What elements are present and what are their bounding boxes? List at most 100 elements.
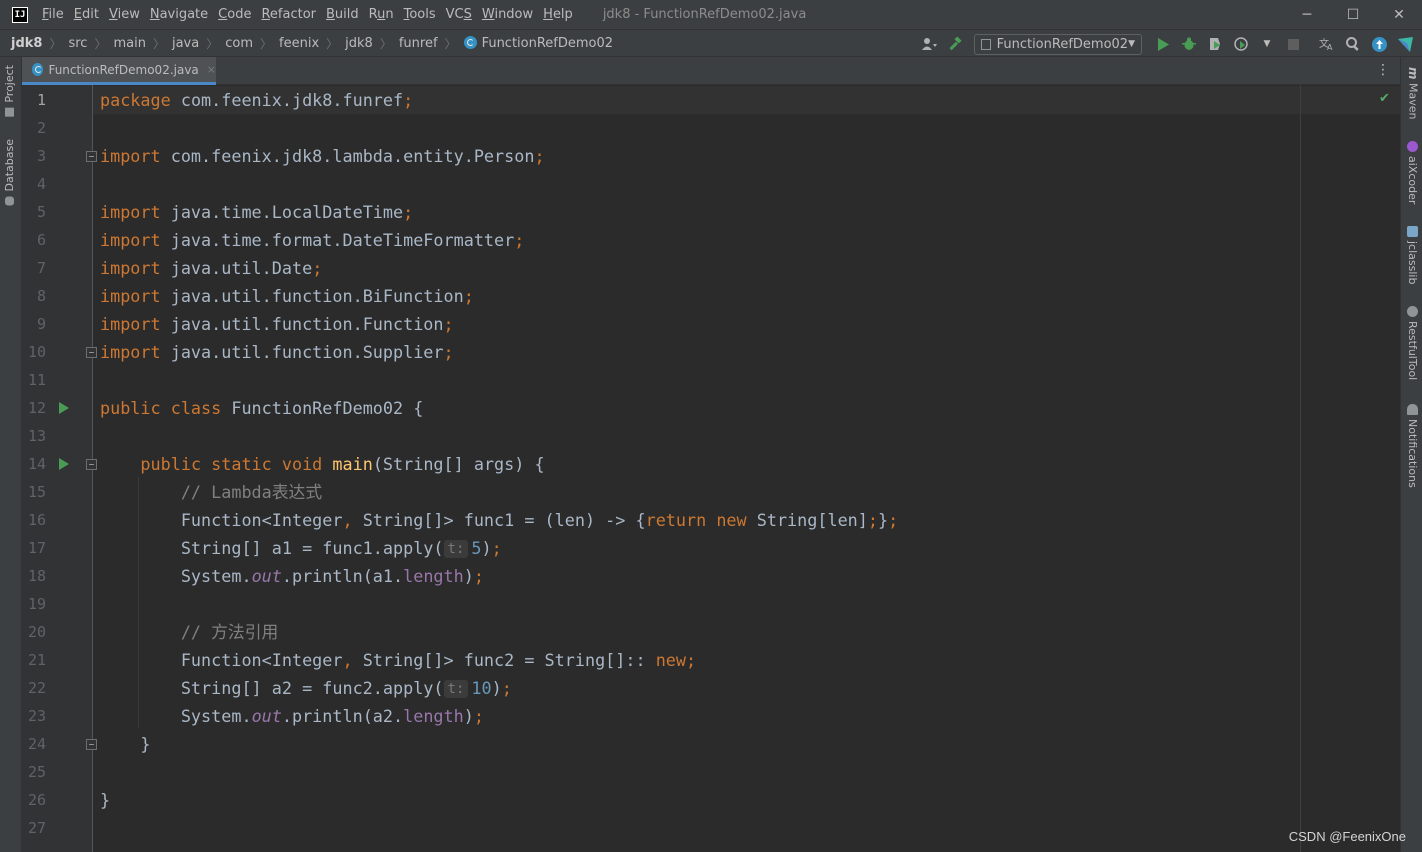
- code-line[interactable]: 1 package com.feenix.jdk8.funref;: [22, 86, 1400, 114]
- translate-icon[interactable]: 文A: [1316, 33, 1338, 55]
- menu-item-help[interactable]: Help: [543, 7, 573, 22]
- build-hammer-icon[interactable]: [944, 33, 966, 55]
- parameter-hint: t:: [443, 540, 469, 558]
- main-menu: File Edit View Navigate Code Refactor Build Run…: [42, 7, 583, 22]
- gutter-run-icon[interactable]: [59, 402, 69, 414]
- notifications-tool-window-button[interactable]: Notifications: [1406, 404, 1419, 488]
- restfultool-tab-label: RestfulTool: [1406, 321, 1419, 381]
- profile-icon[interactable]: [1230, 33, 1252, 55]
- code-token: com.feenix.jdk8.funref: [170, 90, 404, 110]
- code-editor[interactable]: ✔ 1 package com.feenix.jdk8.funref; 2 3 impo…: [22, 85, 1400, 852]
- menu-item-file[interactable]: File: [42, 7, 64, 22]
- code-line[interactable]: 6 import java.time.format.DateTimeFormatt…: [22, 226, 1400, 254]
- code-line[interactable]: 4: [22, 170, 1400, 198]
- java-class-icon: [463, 35, 477, 49]
- fold-toggle-icon[interactable]: [86, 739, 97, 750]
- code-line[interactable]: 11: [22, 366, 1400, 394]
- menu-item-edit[interactable]: Edit: [74, 7, 99, 22]
- restfultool-tool-window-button[interactable]: RestfulTool: [1406, 306, 1419, 380]
- coverage-icon[interactable]: [1204, 33, 1226, 55]
- menu-item-run[interactable]: Run: [369, 7, 394, 22]
- run-configuration-select[interactable]: FunctionRefDemo02 ▼: [974, 33, 1142, 55]
- menu-item-refactor[interactable]: Refactor: [261, 7, 316, 22]
- editor-tab-functionrefdemo02[interactable]: FunctionRefDemo02.java ×: [22, 57, 216, 85]
- code-text: import java.util.function.Function;: [100, 310, 454, 338]
- notifications-tab-label: Notifications: [1406, 419, 1419, 488]
- code-line[interactable]: 17 String[] a1 = func1.apply(t: 5);: [22, 534, 1400, 562]
- code-token: String[] a1 = func1.apply(: [100, 538, 444, 558]
- code-line[interactable]: 10 import java.util.function.Supplier;: [22, 338, 1400, 366]
- maven-tool-window-button[interactable]: m Maven: [1406, 67, 1420, 119]
- debug-icon[interactable]: [1178, 33, 1200, 55]
- code-line[interactable]: 15 // Lambda表达式: [22, 478, 1400, 506]
- search-icon[interactable]: [1342, 33, 1364, 55]
- breadcrumb-separator: 〉: [260, 36, 273, 51]
- code-line[interactable]: 22 String[] a2 = func2.apply(t: 10);: [22, 674, 1400, 702]
- breadcrumb-item-jdk8[interactable]: jdk8: [11, 36, 42, 51]
- code-token: 5: [471, 538, 482, 558]
- fold-toggle-icon[interactable]: [86, 459, 97, 470]
- code-line[interactable]: 14 public static void main(String[] args…: [22, 450, 1400, 478]
- code-token: Function<Integer: [100, 650, 343, 670]
- code-line[interactable]: 5 import java.time.LocalDateTime;: [22, 198, 1400, 226]
- code-line[interactable]: 27: [22, 814, 1400, 842]
- code-line[interactable]: 7 import java.util.Date;: [22, 254, 1400, 282]
- code-line[interactable]: 16 Function<Integer, String[]> func1 = (…: [22, 506, 1400, 534]
- menu-item-view[interactable]: View: [109, 7, 140, 22]
- plugin-icon[interactable]: [1394, 33, 1416, 55]
- update-icon[interactable]: [1368, 33, 1390, 55]
- menu-item-build[interactable]: Build: [326, 7, 359, 22]
- code-line[interactable]: 21 Function<Integer, String[]> func2 = S…: [22, 646, 1400, 674]
- code-token: import: [100, 230, 161, 250]
- breadcrumb-item-feenix[interactable]: feenix: [279, 36, 319, 51]
- code-line[interactable]: 18 System.out.println(a1.length);: [22, 562, 1400, 590]
- jclasslib-tool-window-button[interactable]: jclasslib: [1406, 226, 1419, 284]
- breadcrumb-item-functionrefdemo02[interactable]: FunctionRefDemo02: [463, 35, 613, 51]
- menu-item-navigate[interactable]: Navigate: [150, 7, 208, 22]
- close-window-button[interactable]: ✕: [1376, 0, 1422, 29]
- run-icon[interactable]: [1152, 33, 1174, 55]
- code-line[interactable]: 24 }: [22, 730, 1400, 758]
- code-token: String[]> func1 = (len) -> {: [352, 510, 646, 530]
- code-line[interactable]: 23 System.out.println(a2.length);: [22, 702, 1400, 730]
- breadcrumb-item-main[interactable]: main: [113, 36, 145, 51]
- aixcoder-tool-window-button[interactable]: aiXcoder: [1406, 141, 1419, 204]
- code-token: com.feenix.jdk8.lambda.entity.Person: [160, 146, 535, 166]
- code-line[interactable]: 3 import com.feenix.jdk8.lambda.entity.Pe…: [22, 142, 1400, 170]
- code-line[interactable]: 19: [22, 590, 1400, 618]
- code-line[interactable]: 25: [22, 758, 1400, 786]
- menu-item-vcs[interactable]: VCS: [446, 7, 472, 22]
- fold-toggle-icon[interactable]: [86, 347, 97, 358]
- user-icon[interactable]: [918, 33, 940, 55]
- bell-icon: [1407, 404, 1418, 415]
- stop-icon[interactable]: [1282, 33, 1304, 55]
- code-line[interactable]: 8 import java.util.function.BiFunction;: [22, 282, 1400, 310]
- folder-icon: [5, 107, 14, 117]
- close-tab-icon[interactable]: ×: [207, 63, 216, 76]
- breadcrumb-separator: 〉: [49, 36, 62, 51]
- code-token: public class: [100, 398, 222, 418]
- minimize-button[interactable]: ─: [1284, 0, 1330, 29]
- breadcrumb-item-java[interactable]: java: [172, 36, 199, 51]
- code-line[interactable]: 20 // 方法引用: [22, 618, 1400, 646]
- menu-item-tools[interactable]: Tools: [404, 7, 436, 22]
- breadcrumb-item-jdk8[interactable]: jdk8: [345, 36, 373, 51]
- code-line[interactable]: 26}: [22, 786, 1400, 814]
- code-line[interactable]: 13: [22, 422, 1400, 450]
- gutter-run-icon[interactable]: [59, 458, 69, 470]
- database-tool-window-button[interactable]: Database: [3, 139, 16, 210]
- code-line[interactable]: 9 import java.util.function.Function;: [22, 310, 1400, 338]
- more-tabs-icon[interactable]: ⋮: [1376, 62, 1390, 78]
- chevron-down-icon[interactable]: ▼: [1256, 33, 1278, 55]
- breadcrumb-item-funref[interactable]: funref: [399, 36, 438, 51]
- breadcrumb-item-com[interactable]: com: [225, 36, 253, 51]
- menu-item-code[interactable]: Code: [218, 7, 251, 22]
- code-token: // 方法引用: [180, 622, 279, 642]
- code-line[interactable]: 12 public class FunctionRefDemo02 {: [22, 394, 1400, 422]
- menu-item-window[interactable]: Window: [482, 7, 533, 22]
- fold-toggle-icon[interactable]: [86, 151, 97, 162]
- project-tool-window-button[interactable]: Project: [3, 65, 16, 121]
- breadcrumb-item-src[interactable]: src: [68, 36, 87, 51]
- code-line[interactable]: 2: [22, 114, 1400, 142]
- maximize-button[interactable]: ☐: [1330, 0, 1376, 29]
